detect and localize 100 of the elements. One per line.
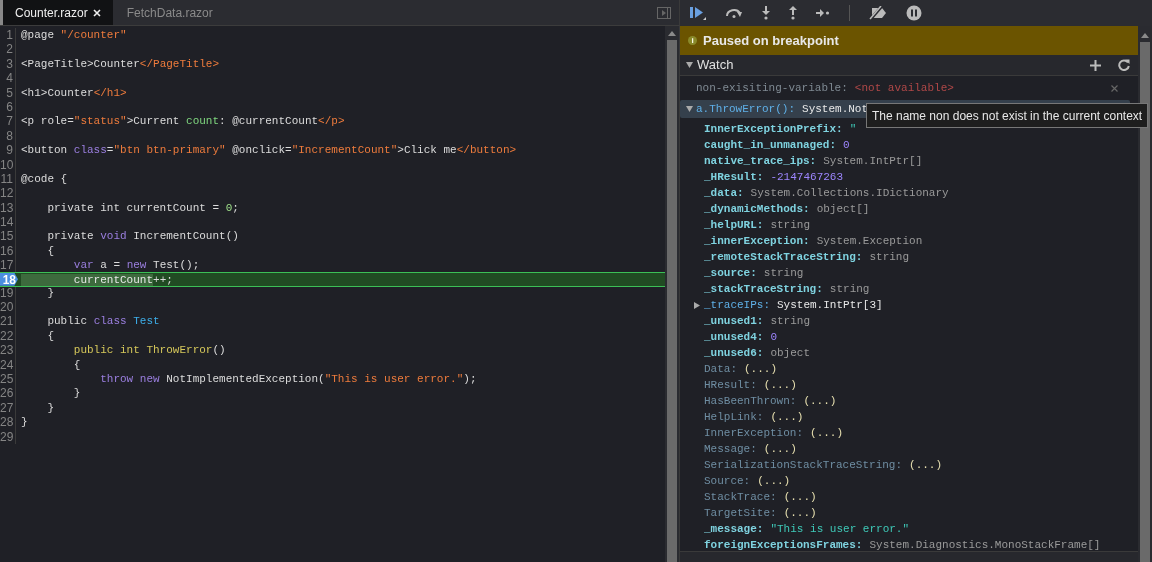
variable-name: _unused4: bbox=[704, 329, 764, 345]
variable-name: SerializationStackTraceString: bbox=[704, 457, 903, 473]
line-number: 21 bbox=[0, 314, 16, 329]
line-number: 10 bbox=[0, 157, 16, 172]
line-number: 16 bbox=[0, 243, 16, 259]
variable-value: string bbox=[770, 217, 811, 233]
variable-name: a.ThrowError(): bbox=[696, 101, 796, 117]
code-line: private int currentCount = 0; bbox=[46, 200, 239, 216]
variable-value: string bbox=[770, 313, 811, 329]
variable-value: string bbox=[869, 249, 910, 265]
variable-value: string bbox=[763, 265, 804, 281]
variable-value: System.Diagnostics.MonoStackFrame[] bbox=[869, 537, 1101, 553]
variable-name: foreignExceptionsFrames: bbox=[704, 537, 863, 553]
variable-name: Source: bbox=[704, 473, 751, 489]
code-line: } bbox=[72, 386, 81, 401]
line-number: 25 bbox=[0, 372, 16, 387]
variable-name: Data: bbox=[704, 361, 737, 377]
line-number: 28 bbox=[0, 415, 16, 430]
line-number: 26 bbox=[0, 386, 16, 401]
line-number: 18 bbox=[0, 272, 18, 286]
code-line: } bbox=[46, 285, 54, 301]
variable-name: native_trace_ips: bbox=[704, 153, 817, 169]
line-number: 13 bbox=[0, 200, 16, 216]
code-line: throw new NotImplementedException("This is user error."); bbox=[99, 372, 477, 387]
code-line: <button class="btn btn-primary" @onclick="IncrementCount">Click me</button> bbox=[20, 143, 517, 158]
variable-name: _traceIPs: bbox=[704, 297, 770, 313]
code-line: public int ThrowError() bbox=[72, 343, 226, 358]
line-number: 8 bbox=[0, 128, 16, 144]
variable-name: _dynamicMethods: bbox=[704, 201, 810, 217]
code-line: <h1>Counter</h1> bbox=[20, 85, 127, 100]
code-line: private void IncrementCount() bbox=[46, 229, 239, 244]
variable-name: StackTrace: bbox=[704, 489, 777, 505]
variable-name: caught_in_unmanaged: bbox=[704, 137, 837, 153]
code-line: } bbox=[20, 415, 28, 430]
variable-name: HasBeenThrown: bbox=[704, 393, 797, 409]
variable-name: _remoteStackTraceString: bbox=[704, 249, 863, 265]
variable-value: (...) bbox=[783, 505, 817, 521]
variable-value: string bbox=[829, 281, 870, 297]
variable-value: 0 bbox=[770, 329, 778, 345]
tooltip: The name non does not exist in the current context bbox=[866, 103, 1149, 128]
variable-name: non-exisiting-variable: bbox=[696, 80, 848, 96]
line-number: 23 bbox=[0, 343, 16, 358]
section-title: Watch bbox=[697, 56, 734, 75]
line-number: 22 bbox=[0, 328, 16, 344]
line-number: 24 bbox=[0, 357, 16, 372]
variable-value: System.IntPtr[3] bbox=[777, 297, 883, 313]
line-number: 19 bbox=[0, 285, 16, 301]
variable-value: object[] bbox=[816, 201, 870, 217]
variable-value: (...) bbox=[744, 361, 778, 377]
variable-value: "This is user error." bbox=[770, 521, 910, 537]
variable-value: " bbox=[849, 121, 857, 137]
variable-value: (...) bbox=[763, 377, 797, 393]
code-line: <p role="status">Current count: @currentCount</p> bbox=[20, 114, 345, 129]
variable-name: TargetSite: bbox=[704, 505, 777, 521]
variable-value: System.Exception bbox=[816, 233, 923, 249]
line-number: 12 bbox=[0, 186, 16, 201]
line-number: 29 bbox=[0, 429, 16, 444]
code-line: @code { bbox=[20, 171, 68, 187]
line-number: 5 bbox=[0, 85, 16, 100]
line-number: 27 bbox=[0, 400, 16, 416]
line-number: 3 bbox=[0, 56, 16, 72]
variable-value: (...) bbox=[810, 425, 844, 441]
variable-value: (...) bbox=[909, 457, 943, 473]
variable-value: System.Collections.IDictionary bbox=[750, 185, 949, 201]
line-number: 7 bbox=[0, 114, 16, 129]
line-number: 9 bbox=[0, 143, 16, 158]
line-number: 14 bbox=[0, 215, 16, 230]
variable-value: 0 bbox=[843, 137, 850, 153]
variable-name: HelpLink: bbox=[704, 409, 764, 425]
variable-name: _helpURL: bbox=[704, 217, 764, 233]
code-line: var a = new Test(); bbox=[72, 258, 200, 273]
code-line: @page "/counter" bbox=[20, 28, 127, 43]
code-line: } bbox=[46, 400, 54, 416]
variable-name: _source: bbox=[704, 265, 757, 281]
variable-value: (...) bbox=[757, 473, 791, 489]
variable-value: (...) bbox=[783, 489, 817, 505]
status-message: Paused on breakpoint bbox=[703, 31, 839, 50]
variable-name: Message: bbox=[704, 441, 757, 457]
variable-name: _HResult: bbox=[704, 169, 764, 185]
variable-name: InnerException: bbox=[704, 425, 804, 441]
variable-value: object bbox=[770, 345, 811, 361]
variable-value: System.Not bbox=[802, 101, 869, 117]
info-icon: i bbox=[688, 36, 697, 45]
variable-value: (...) bbox=[763, 441, 797, 457]
variable-value: System.IntPtr[] bbox=[823, 153, 923, 169]
variable-name: _data: bbox=[704, 185, 744, 201]
variable-name: HResult: bbox=[704, 377, 757, 393]
variable-value: (...) bbox=[803, 393, 837, 409]
line-number: 2 bbox=[0, 42, 16, 57]
variable-name: _unused1: bbox=[704, 313, 764, 329]
variable-name: _message: bbox=[704, 521, 764, 537]
variable-value: <not available> bbox=[854, 80, 954, 96]
variable-value: -2147467263 bbox=[770, 169, 844, 185]
code-line: <PageTitle>Counter</PageTitle> bbox=[20, 56, 220, 72]
line-number: 20 bbox=[0, 300, 16, 315]
variable-name: InnerExceptionPrefix: bbox=[704, 121, 843, 137]
variable-value: (...) bbox=[770, 409, 804, 425]
variable-name: _unused6: bbox=[704, 345, 764, 361]
code-line: { bbox=[46, 328, 54, 344]
line-number: 15 bbox=[0, 229, 16, 244]
